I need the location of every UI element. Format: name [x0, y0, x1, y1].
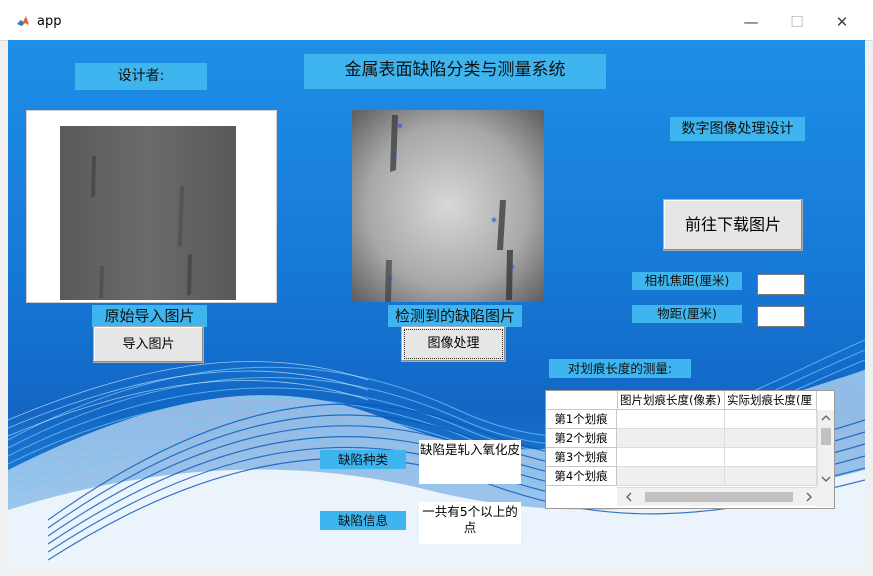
matlab-icon: [16, 14, 30, 28]
row-header: 第2个划痕: [546, 429, 617, 448]
image-process-button[interactable]: 图像处理: [401, 326, 506, 362]
window-title: app: [37, 14, 62, 29]
chevron-right-icon[interactable]: [803, 489, 815, 505]
row-header: 第4个划痕: [546, 467, 617, 486]
chevron-left-icon[interactable]: [623, 489, 635, 505]
horizontal-scrollbar[interactable]: [617, 487, 817, 506]
detected-image-caption: 检测到的缺陷图片: [388, 305, 522, 327]
defect-info-output: 一共有5个以上的点: [419, 502, 521, 544]
row-header: 第3个划痕: [546, 448, 617, 467]
original-image-panel: [26, 110, 277, 303]
scratch-measure-label: 对划痕长度的测量:: [549, 359, 691, 378]
table-cell[interactable]: [725, 467, 817, 486]
defect-marker: *: [491, 215, 497, 229]
scratch-measurement-table[interactable]: 图片划痕长度(像素) 实际划痕长度(厘 第1个划痕 第2个划痕 第3个划痕 第4…: [545, 390, 835, 509]
defect-marker: *: [509, 262, 515, 276]
defect-marker: *: [391, 150, 397, 164]
table-cell[interactable]: [725, 448, 817, 467]
table-cell[interactable]: [617, 467, 725, 486]
vertical-scrollbar[interactable]: [817, 410, 834, 487]
page-title: 金属表面缺陷分类与测量系统: [304, 54, 606, 89]
defect-marker: *: [387, 274, 393, 288]
table-cell[interactable]: [725, 429, 817, 448]
original-image-caption: 原始导入图片: [92, 305, 207, 327]
maximize-button[interactable]: ☐: [774, 8, 820, 36]
defect-marker: *: [397, 121, 403, 135]
column-header: 实际划痕长度(厘: [725, 391, 817, 410]
scrollbar-thumb[interactable]: [645, 492, 793, 502]
original-image: [60, 126, 236, 300]
designer-label: 设计者:: [75, 63, 207, 90]
focal-length-input[interactable]: [757, 274, 805, 295]
focal-length-label: 相机焦距(厘米): [632, 272, 742, 290]
defect-type-output: 缺陷是轧入氧化皮: [419, 440, 521, 484]
digital-design-label: 数字图像处理设计: [670, 117, 805, 141]
column-header: 图片划痕长度(像素): [618, 391, 725, 410]
detected-defect-image: * * * * *: [352, 110, 544, 302]
table-cell[interactable]: [725, 410, 817, 429]
object-distance-label: 物距(厘米): [632, 305, 742, 323]
scrollbar-corner: [817, 487, 834, 507]
table-corner: [546, 391, 618, 410]
app-canvas: 设计者: 金属表面缺陷分类与测量系统 数字图像处理设计 原始导入图片 * * *…: [8, 40, 865, 568]
defect-info-label: 缺陷信息: [320, 511, 406, 530]
chevron-down-icon[interactable]: [818, 473, 834, 485]
table-cell[interactable]: [617, 448, 725, 467]
import-image-button[interactable]: 导入图片: [93, 326, 204, 363]
object-distance-input[interactable]: [757, 306, 805, 327]
download-image-button[interactable]: 前往下载图片: [663, 199, 803, 251]
table-cell[interactable]: [617, 429, 725, 448]
table-cell[interactable]: [617, 410, 725, 429]
defect-type-label: 缺陷种类: [320, 450, 406, 469]
minimize-button[interactable]: —: [728, 8, 774, 36]
scrollbar-thumb[interactable]: [821, 428, 831, 445]
chevron-up-icon[interactable]: [818, 412, 834, 424]
close-button[interactable]: ✕: [819, 8, 865, 36]
title-bar: app — ☐ ✕: [0, 0, 873, 41]
row-header: 第1个划痕: [546, 410, 617, 429]
